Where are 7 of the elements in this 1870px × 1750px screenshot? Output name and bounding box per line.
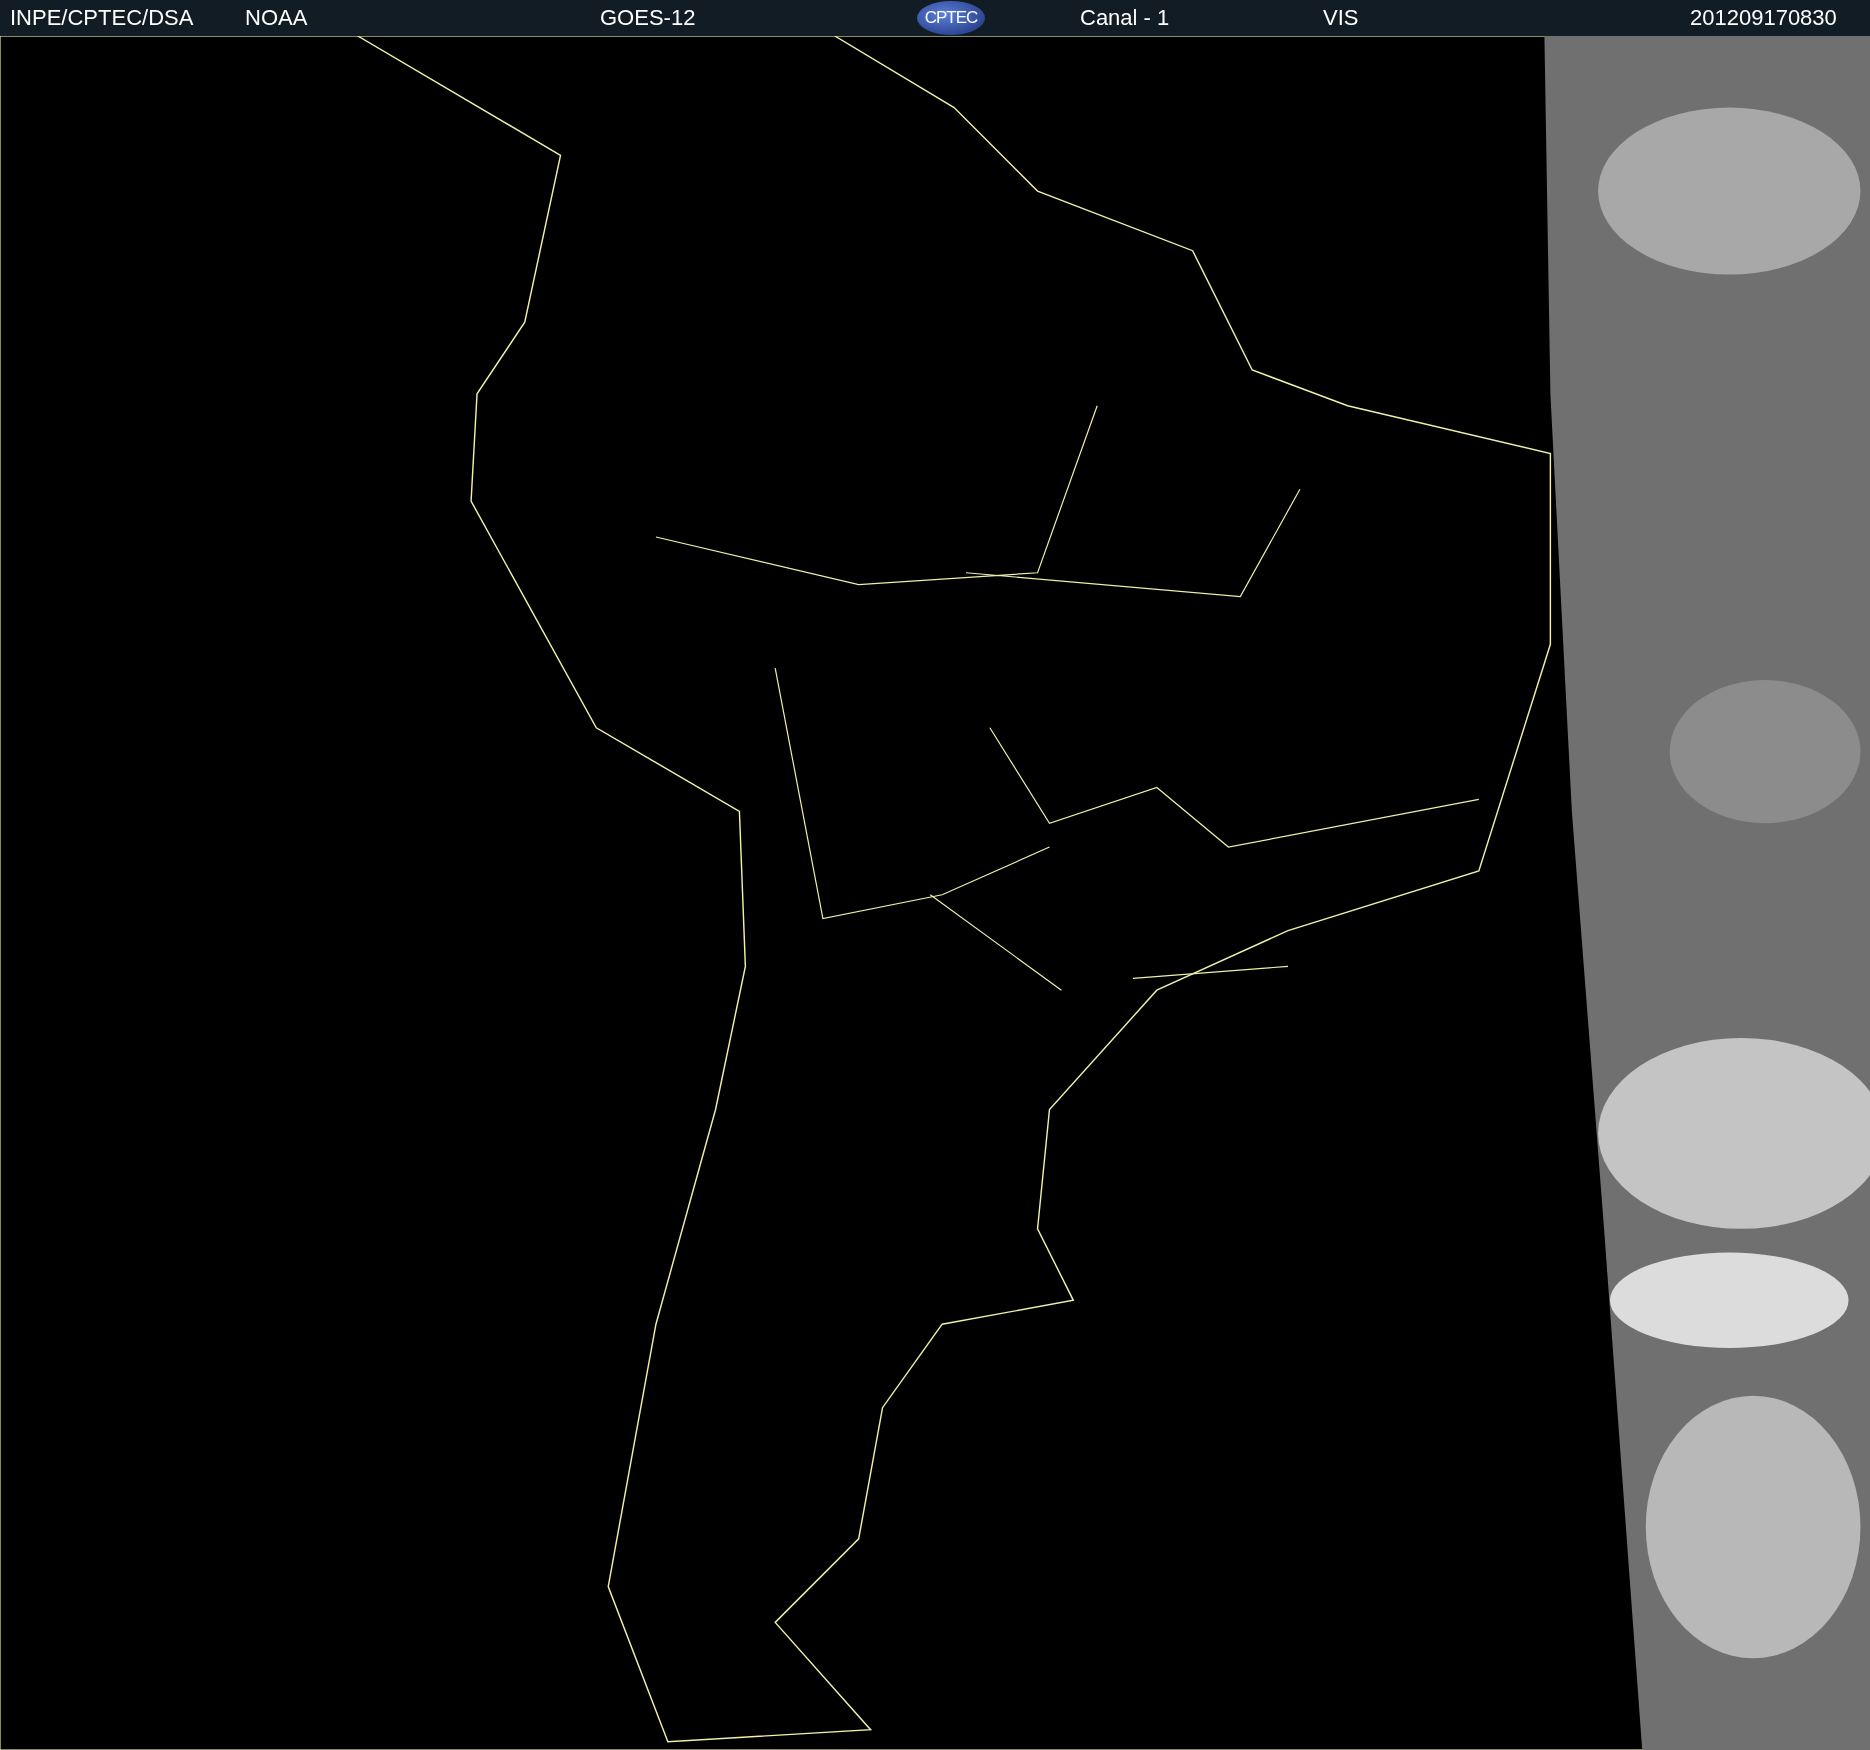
- agency-label: NOAA: [245, 4, 309, 32]
- band-label: VIS: [1323, 4, 1360, 32]
- source-label: INPE/CPTEC/DSA: [10, 4, 195, 32]
- timestamp-label: 201209170830: [1690, 4, 1838, 32]
- cptec-logo: CPTEC: [917, 1, 985, 35]
- satellite-label: GOES-12: [600, 4, 697, 32]
- channel-label: Canal - 1: [1080, 4, 1171, 32]
